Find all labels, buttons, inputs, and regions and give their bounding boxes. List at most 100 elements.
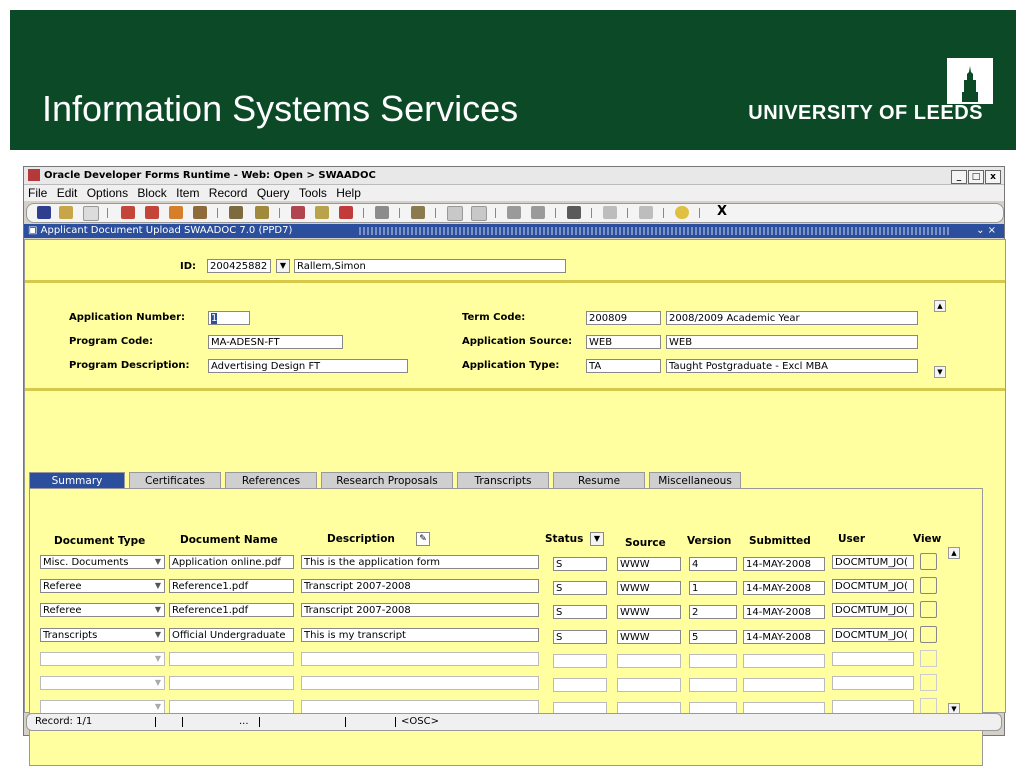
exit-icon[interactable]: [567, 206, 581, 219]
insert-record-icon[interactable]: [291, 206, 305, 219]
menu-file[interactable]: File: [28, 186, 47, 200]
undo-icon[interactable]: [59, 206, 73, 219]
tab-resume[interactable]: Resume: [553, 472, 645, 488]
application-source-field[interactable]: WEB: [586, 335, 661, 349]
row-2-version[interactable]: 1: [689, 581, 737, 595]
row-5-source[interactable]: [617, 654, 681, 668]
row-7-user[interactable]: [832, 700, 914, 714]
row-2-view-checkbox[interactable]: [920, 577, 937, 594]
row-1-user[interactable]: DOCMTUM_JO(: [832, 555, 914, 569]
copy-icon[interactable]: [471, 206, 487, 221]
row-5-document-type[interactable]: ▼: [40, 652, 165, 666]
help-icon[interactable]: [675, 206, 689, 219]
row-2-document-type[interactable]: Referee ▼: [40, 579, 165, 593]
menu-item[interactable]: Item: [176, 186, 199, 200]
row-3-version[interactable]: 2: [689, 605, 737, 619]
menu-block[interactable]: Block: [137, 186, 166, 200]
row-6-document-name[interactable]: [169, 676, 294, 690]
row-5-document-name[interactable]: [169, 652, 294, 666]
row-7-document-name[interactable]: [169, 700, 294, 714]
row-3-description[interactable]: Transcript 2007-2008: [301, 603, 539, 617]
row-2-user[interactable]: DOCMTUM_JO(: [832, 579, 914, 593]
menu-options[interactable]: Options: [87, 186, 128, 200]
row-6-version[interactable]: [689, 678, 737, 692]
row-3-document-type[interactable]: Referee ▼: [40, 603, 165, 617]
row-1-view-checkbox[interactable]: [920, 553, 937, 570]
menu-record[interactable]: Record: [209, 186, 248, 200]
maximize-button[interactable]: □: [968, 170, 984, 184]
tab-transcripts[interactable]: Transcripts: [457, 472, 549, 488]
clear-form-icon[interactable]: [411, 206, 425, 219]
row-6-source[interactable]: [617, 678, 681, 692]
row-1-document-name[interactable]: Application online.pdf: [169, 555, 294, 569]
scroll-down-icon[interactable]: ▼: [934, 366, 946, 378]
term-code-field[interactable]: 200809: [586, 311, 661, 325]
row-1-source[interactable]: WWW: [617, 557, 681, 571]
block-icon[interactable]: [531, 206, 545, 219]
row-4-description[interactable]: This is my transcript: [301, 628, 539, 642]
row-6-view-checkbox[interactable]: [920, 674, 937, 691]
edit-pencil-icon[interactable]: ✎: [416, 532, 430, 546]
application-type-field[interactable]: TA: [586, 359, 661, 373]
row-6-document-type[interactable]: ▼: [40, 676, 165, 690]
row-1-version[interactable]: 4: [689, 557, 737, 571]
row-5-description[interactable]: [301, 652, 539, 666]
row-5-view-checkbox[interactable]: [920, 650, 937, 667]
row-6-status[interactable]: [553, 678, 607, 692]
next-block-icon[interactable]: [193, 206, 207, 219]
cut-icon[interactable]: [447, 206, 463, 221]
row-1-submitted[interactable]: 14-MAY-2008: [743, 557, 825, 571]
row-4-document-type[interactable]: Transcripts ▼: [40, 628, 165, 642]
application-number-field[interactable]: 1: [208, 311, 250, 325]
id-field[interactable]: 200425882: [207, 259, 271, 273]
row-6-submitted[interactable]: [743, 678, 825, 692]
row-4-document-name[interactable]: Official Undergraduate: [169, 628, 294, 642]
row-4-version[interactable]: 5: [689, 630, 737, 644]
previous-block-icon[interactable]: [121, 206, 135, 219]
row-2-status[interactable]: S: [553, 581, 607, 595]
row-3-status[interactable]: S: [553, 605, 607, 619]
tab-summary[interactable]: Summary: [29, 472, 125, 488]
close-button[interactable]: x: [985, 170, 1001, 184]
enter-query-icon[interactable]: [229, 206, 243, 219]
header-scrollbar[interactable]: ▲ ▼: [934, 300, 946, 378]
menu-query[interactable]: Query: [257, 186, 290, 200]
print-icon[interactable]: [83, 206, 99, 221]
row-1-status[interactable]: S: [553, 557, 607, 571]
row-4-view-checkbox[interactable]: [920, 626, 937, 643]
attachment-icon[interactable]: [639, 206, 653, 219]
previous-record-icon[interactable]: [145, 206, 159, 219]
row-4-user[interactable]: DOCMTUM_JO(: [832, 628, 914, 642]
row-4-submitted[interactable]: 14-MAY-2008: [743, 630, 825, 644]
scroll-up-icon[interactable]: ▲: [948, 547, 960, 559]
menu-edit[interactable]: Edit: [57, 186, 78, 200]
row-3-submitted[interactable]: 14-MAY-2008: [743, 605, 825, 619]
menu-help[interactable]: Help: [336, 186, 361, 200]
execute-query-icon[interactable]: [255, 206, 269, 219]
row-2-description[interactable]: Transcript 2007-2008: [301, 579, 539, 593]
row-1-document-type[interactable]: Misc. Documents ▼: [40, 555, 165, 569]
row-2-source[interactable]: WWW: [617, 581, 681, 595]
menu-tools[interactable]: Tools: [299, 186, 327, 200]
row-6-description[interactable]: [301, 676, 539, 690]
tab-miscellaneous[interactable]: Miscellaneous: [649, 472, 741, 488]
row-3-document-name[interactable]: Reference1.pdf: [169, 603, 294, 617]
row-6-user[interactable]: [832, 676, 914, 690]
scroll-up-icon[interactable]: ▲: [934, 300, 946, 312]
row-5-version[interactable]: [689, 654, 737, 668]
row-1-description[interactable]: This is the application form: [301, 555, 539, 569]
records-scrollbar[interactable]: ▲ ▼: [948, 547, 960, 715]
row-3-source[interactable]: WWW: [617, 605, 681, 619]
save-icon[interactable]: [37, 206, 51, 219]
row-3-view-checkbox[interactable]: [920, 601, 937, 618]
row-5-status[interactable]: [553, 654, 607, 668]
navigate-icon[interactable]: [603, 206, 617, 219]
tab-certificates[interactable]: Certificates: [129, 472, 221, 488]
clear-record-icon[interactable]: [375, 206, 389, 219]
tab-research-proposals[interactable]: Research Proposals: [321, 472, 453, 488]
row-4-status[interactable]: S: [553, 630, 607, 644]
row-4-source[interactable]: WWW: [617, 630, 681, 644]
next-record-icon[interactable]: [169, 206, 183, 219]
row-2-submitted[interactable]: 14-MAY-2008: [743, 581, 825, 595]
exit-x-icon[interactable]: X: [717, 204, 727, 219]
